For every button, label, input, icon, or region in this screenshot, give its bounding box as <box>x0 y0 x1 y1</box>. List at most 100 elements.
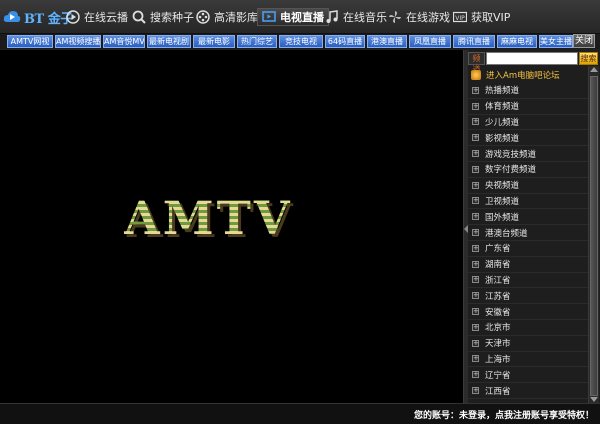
nav-online-music[interactable]: 在线音乐 <box>325 8 387 26</box>
channel-list-item[interactable]: + 卫视频道 <box>468 194 588 210</box>
nav-online-game[interactable]: 在线游戏 <box>388 8 450 26</box>
channel-list-item[interactable]: + 江苏省 <box>468 288 588 305</box>
channel-list-item[interactable]: + 广东省 <box>468 241 588 257</box>
nav-label: 在线音乐 <box>343 11 387 24</box>
tab-phoenix-live[interactable]: 凤凰直播 <box>409 35 451 48</box>
tab-latest-movies[interactable]: 最新电影 <box>193 35 235 48</box>
channel-list-item[interactable]: + 游戏竞技频道 <box>468 146 588 162</box>
channel-label: 上海市 <box>485 354 511 365</box>
nav-tv-live[interactable]: 电视直播 <box>257 8 329 26</box>
channel-list-item[interactable]: + 港澳台频道 <box>468 225 588 241</box>
channel-label: 影视频道 <box>485 133 520 144</box>
channel-list-item[interactable]: + 辽宁省 <box>468 367 588 384</box>
tab-beauty-anchor[interactable]: 美女主播 <box>539 35 573 48</box>
channel-label: 安徽省 <box>485 307 511 318</box>
expand-plus-icon[interactable]: + <box>472 229 479 237</box>
account-status-link[interactable]: 您的账号：未登录，点我注册账号享受特权！ <box>414 408 594 421</box>
channel-label: 体育频道 <box>485 102 520 113</box>
app-logo[interactable]: BT 金子 <box>3 8 73 27</box>
expand-plus-icon[interactable]: + <box>472 102 479 110</box>
status-bar: 您的账号：未登录，点我注册账号享受特权！ <box>0 403 600 424</box>
film-reel-icon <box>196 10 210 24</box>
channel-label: 热播频道 <box>485 86 520 97</box>
search-button[interactable]: 搜索 <box>579 52 598 65</box>
forum-link-label: 进入Am电脑吧论坛 <box>486 70 560 81</box>
expand-plus-icon[interactable]: + <box>472 292 479 300</box>
top-toolbar: BT 金子 在线云播 搜索种子 高清影库 电视直播 在线音乐 在线游戏 VIP … <box>0 0 600 34</box>
channel-label: 国外频道 <box>485 212 520 223</box>
channel-label: 江西省 <box>485 386 511 397</box>
expand-plus-icon[interactable]: + <box>472 387 479 395</box>
channel-list-item[interactable]: + 热播频道 <box>468 83 588 99</box>
tab-am-mv[interactable]: AM音悦MV <box>103 35 145 48</box>
expand-plus-icon[interactable]: + <box>472 118 479 126</box>
nav-label: 电视直播 <box>280 11 324 24</box>
channel-list-item[interactable]: + 浙江省 <box>468 273 588 289</box>
expand-plus-icon[interactable]: + <box>472 308 479 316</box>
channel-list-scrollbar[interactable] <box>588 66 599 403</box>
channel-label: 港澳台频道 <box>485 228 528 239</box>
expand-plus-icon[interactable]: + <box>472 165 479 173</box>
expand-plus-icon[interactable]: + <box>472 134 479 142</box>
expand-plus-icon[interactable]: + <box>472 213 479 221</box>
channel-tab-bar: AMTV网视 AM视频搜播 AM音悦MV 最新电视剧 最新电影 热门综艺 竞技电… <box>0 34 600 49</box>
tab-64-live[interactable]: 64码直播 <box>325 35 365 48</box>
tab-sports-tv[interactable]: 竞技电视 <box>279 35 323 48</box>
tv-play-icon <box>262 11 276 22</box>
channel-list-item[interactable]: + 江西省 <box>468 383 588 399</box>
play-circle-icon <box>66 10 80 24</box>
nav-get-vip[interactable]: VIP 获取VIP <box>453 8 510 26</box>
channel-label: 辽宁省 <box>485 370 511 381</box>
expand-plus-icon[interactable]: + <box>472 244 479 252</box>
channel-list: 进入Am电脑吧论坛 + 热播频道 + 体育频道 + 少儿频道 + 影视频道 + 游戏竞技频道 + 数字… <box>468 66 588 403</box>
nav-label: 在线云播 <box>84 11 128 24</box>
channel-list-item[interactable]: + 国外频道 <box>468 209 588 226</box>
expand-plus-icon[interactable]: + <box>472 339 479 347</box>
scroll-down-icon[interactable] <box>590 397 598 402</box>
expand-plus-icon[interactable]: + <box>472 323 479 331</box>
tab-latest-tv-series[interactable]: 最新电视剧 <box>147 35 191 48</box>
tab-am-video-search[interactable]: AM视频搜播 <box>55 35 101 48</box>
close-panel-button[interactable]: 关闭 <box>573 34 595 48</box>
channel-label: 卫视频道 <box>485 196 520 207</box>
tab-hk-macau-live[interactable]: 港澳直播 <box>367 35 407 48</box>
channel-list-item[interactable]: + 少儿频道 <box>468 115 588 131</box>
expand-plus-icon[interactable]: + <box>472 371 479 379</box>
forum-link[interactable]: 进入Am电脑吧论坛 <box>468 66 588 83</box>
channel-search-input[interactable] <box>486 52 578 65</box>
expand-plus-icon[interactable]: + <box>472 150 479 158</box>
expand-plus-icon[interactable]: + <box>472 276 479 284</box>
expand-plus-icon[interactable]: + <box>472 355 479 363</box>
channel-label: 湖南省 <box>485 260 511 271</box>
channel-list-item[interactable]: + 上海市 <box>468 352 588 368</box>
channel-label: 数字付费频道 <box>485 165 537 176</box>
channel-list-item[interactable]: + 央视频道 <box>468 178 588 194</box>
expand-plus-icon[interactable]: + <box>472 181 479 189</box>
channel-label: 央视频道 <box>485 181 520 192</box>
tab-mama-tv[interactable]: 麻麻电视 <box>497 35 537 48</box>
channel-label: 北京市 <box>485 323 511 334</box>
nav-label: 在线游戏 <box>406 11 450 24</box>
nav-search-seed[interactable]: 搜索种子 <box>132 8 194 26</box>
channel-list-item[interactable]: + 体育频道 <box>468 99 588 115</box>
tab-amtv[interactable]: AMTV网视 <box>7 35 53 48</box>
tab-hot-variety[interactable]: 热门综艺 <box>237 35 277 48</box>
channel-list-item[interactable]: + 北京市 <box>468 320 588 336</box>
music-note-icon <box>326 10 338 23</box>
channel-search-row: 频道 搜索 <box>468 52 598 74</box>
nav-online-cloud[interactable]: 在线云播 <box>66 8 128 26</box>
expand-plus-icon[interactable]: + <box>472 260 479 268</box>
nav-hd-library[interactable]: 高清影库 <box>196 8 258 26</box>
tab-tencent-live[interactable]: 腾讯直播 <box>453 35 495 48</box>
channel-list-item[interactable]: + 影视频道 <box>468 130 588 147</box>
channel-list-item[interactable]: + 湖南省 <box>468 257 588 273</box>
scroll-thumb[interactable] <box>590 76 598 396</box>
vip-icon: VIP <box>453 11 467 23</box>
expand-plus-icon[interactable]: + <box>472 197 479 205</box>
expand-plus-icon[interactable]: + <box>472 86 479 94</box>
channel-list-item[interactable]: + 数字付费频道 <box>468 162 588 178</box>
scroll-up-icon[interactable] <box>590 67 598 72</box>
channel-list-item[interactable]: + 安徽省 <box>468 304 588 320</box>
channel-label: 游戏竞技频道 <box>485 149 537 160</box>
channel-list-item[interactable]: + 天津市 <box>468 336 588 352</box>
